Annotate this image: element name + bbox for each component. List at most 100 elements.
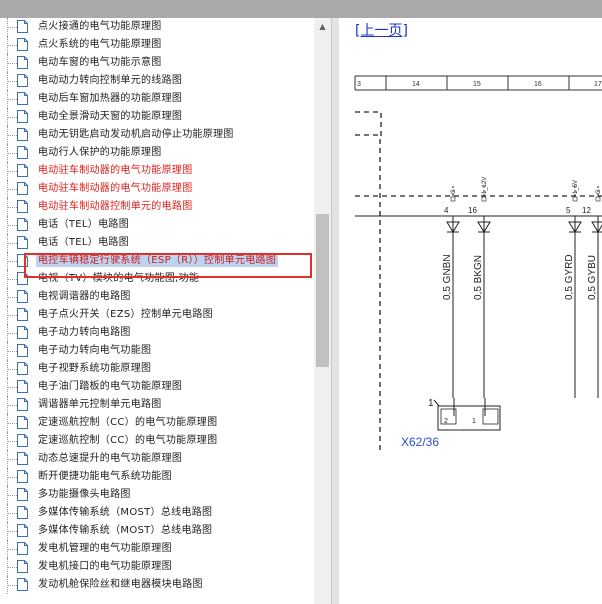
pin-number: 12 [582, 206, 591, 215]
toc-item-label: 电动动力转向控制单元的线路图 [38, 75, 183, 86]
document-icon [17, 488, 28, 501]
ruler-label: 3 [357, 81, 361, 88]
toc-item-label: 电动行人保护的功能原理图 [38, 147, 162, 158]
ruler-label: 17 [594, 81, 602, 88]
toc-item-label: 定速巡航控制（CC）的电气功能原理图 [38, 417, 218, 428]
toc-item[interactable]: 电动行人保护的功能原理图 [0, 144, 313, 162]
document-icon [17, 74, 28, 87]
toc-item[interactable]: 电子视野系统功能原理图 [0, 360, 313, 378]
tree-guide [7, 225, 17, 226]
wire-label: 0,5 GYRD [564, 254, 575, 300]
document-icon [17, 200, 28, 213]
document-icon [17, 452, 28, 465]
toc-item[interactable]: 电动驻车制动器的电气功能原理图 [0, 180, 313, 198]
ruler-label: 14 [412, 81, 420, 88]
tree-guide [7, 513, 17, 514]
pin-number: 5 [566, 206, 571, 215]
toc-item[interactable]: 电动动力转向控制单元的线路图 [0, 72, 313, 90]
toc-item[interactable]: 发电机接口的电气功能原理图 [0, 558, 313, 576]
toc-item[interactable]: 电动车窗的电气功能示意图 [0, 54, 313, 72]
toc-item-label: 发电机接口的电气功能原理图 [38, 561, 172, 572]
pane-splitter[interactable] [331, 18, 339, 604]
toc-panel: 点火接通的电气功能原理图 点火系统的电气功能原理图 电动车窗的电气功能示意图电动动力… [0, 18, 313, 604]
toc-scroll-thumb[interactable] [316, 214, 329, 367]
document-icon [17, 398, 28, 411]
document-icon [17, 362, 28, 375]
toc-item-label: 电话（TEL）电路图 [38, 219, 129, 230]
toc-item[interactable]: 多媒体传输系统（MOST）总线电路图 [0, 504, 313, 522]
document-icon [17, 38, 28, 51]
tree-guide [7, 81, 17, 82]
toc-item-label: 电子动力转向电气功能图 [38, 345, 152, 356]
pin-signal-label: G [451, 189, 457, 194]
toc-item[interactable]: 电动驻车制动器控制单元的电路图 [0, 198, 313, 216]
pin-signal-label: 1_12V [482, 177, 488, 194]
toc-item[interactable]: 多媒体传输系统（MOST）总线电路图 [0, 522, 313, 540]
toc-item[interactable]: 调谐器单元控制单元电路图 [0, 396, 313, 414]
tree-guide [7, 45, 17, 46]
document-icon [17, 506, 28, 519]
tree-guide [7, 315, 17, 316]
toc-item[interactable]: 多功能摄像头电路图 [0, 486, 313, 504]
document-icon [17, 578, 28, 591]
connector-inner-pin: 2 [444, 418, 448, 425]
toc-item-label: 电动驻车制动器的电气功能原理图 [38, 165, 193, 176]
toc-item[interactable]: 电动全景滑动天窗的功能原理图 [0, 108, 313, 126]
selected-item-highlight [24, 253, 312, 278]
tree-guide [7, 189, 17, 190]
document-icon [17, 92, 28, 105]
toc-item[interactable]: 点火系统的电气功能原理图 [0, 36, 313, 54]
toc-item[interactable]: 电话（TEL）电路图 [0, 216, 313, 234]
toc-item[interactable]: 点火接通的电气功能原理图 [0, 18, 313, 36]
tree-guide [7, 279, 17, 280]
toc-item[interactable]: 电动后车窗加热器的功能原理图 [0, 90, 313, 108]
tree-guide [7, 495, 17, 496]
toc-item[interactable]: 电动无钥匙启动发动机启动停止功能原理图 [0, 126, 313, 144]
pin-signal-label: 1_5V [573, 180, 579, 194]
tree-guide [7, 333, 17, 334]
toc-item[interactable]: 电话（TEL）电路图 [0, 234, 313, 252]
tree-guide [7, 99, 17, 100]
toc-item-label: 发动机舱保险丝和继电器模块电路图 [38, 579, 203, 590]
toc-item-label: 电子油门踏板的电气功能原理图 [38, 381, 183, 392]
tree-guide [7, 423, 17, 424]
tree-guide [7, 243, 17, 244]
toc-item-label: 电子动力转向电路图 [38, 327, 131, 338]
toc-item-label: 电动驻车制动器的电气功能原理图 [38, 183, 193, 194]
column-ruler: 3 14 15 16 17 [354, 75, 602, 91]
toc-item[interactable]: 动态总速提升的电气功能原理图 [0, 450, 313, 468]
tree-guide [7, 135, 17, 136]
toc-item[interactable]: 电子动力转向电气功能图 [0, 342, 313, 360]
pin-number: 16 [468, 206, 477, 215]
pin-group: 4 G 0,5 GNBN 16 1_12V 0,5 BKGN 5 1_5V 0,5 GYRD 12… [442, 177, 602, 398]
toc-item[interactable]: 电子动力转向电路图 [0, 324, 313, 342]
toc-item[interactable]: 电视调谐器的电路图 [0, 288, 313, 306]
toc-item-label: 定速巡航控制（CC）的电气功能原理图 [38, 435, 218, 446]
tree-guide [7, 153, 17, 154]
toc-item-label: 电子点火开关（EZS）控制单元电路图 [38, 309, 213, 320]
ruler-label: 15 [473, 81, 481, 88]
tree-guide [7, 261, 17, 262]
toc-item[interactable]: 电动驻车制动器的电气功能原理图 [0, 162, 313, 180]
document-icon [17, 560, 28, 573]
toc-item[interactable]: 定速巡航控制（CC）的电气功能原理图 [0, 414, 313, 432]
document-icon [17, 344, 28, 357]
toc-item[interactable]: 电子油门踏板的电气功能原理图 [0, 378, 313, 396]
toc-item[interactable]: 断开便捷功能电气系统功能图 [0, 468, 313, 486]
toc-item-label: 多媒体传输系统（MOST）总线电路图 [38, 525, 213, 536]
document-icon [17, 164, 28, 177]
window-title-bar [0, 0, 602, 18]
toc-item-label: 电子视野系统功能原理图 [38, 363, 152, 374]
pin-number: 4 [444, 206, 449, 215]
document-icon [17, 542, 28, 555]
toc-item[interactable]: 电子点火开关（EZS）控制单元电路图 [0, 306, 313, 324]
toc-item[interactable]: 发电机管理的电气功能原理图 [0, 540, 313, 558]
toc-item[interactable]: 定速巡航控制（CC）的电气功能原理图 [0, 432, 313, 450]
tree-guide [7, 27, 17, 28]
document-icon [17, 326, 28, 339]
tree-guide [7, 405, 17, 406]
toc-item-label: 电动全景滑动天窗的功能原理图 [38, 111, 183, 122]
toc-item-label: 电动驻车制动器控制单元的电路图 [38, 201, 193, 212]
toc-item[interactable]: 发动机舱保险丝和继电器模块电路图 [0, 576, 313, 594]
scroll-up-arrow-icon[interactable]: ▲ [314, 20, 331, 34]
